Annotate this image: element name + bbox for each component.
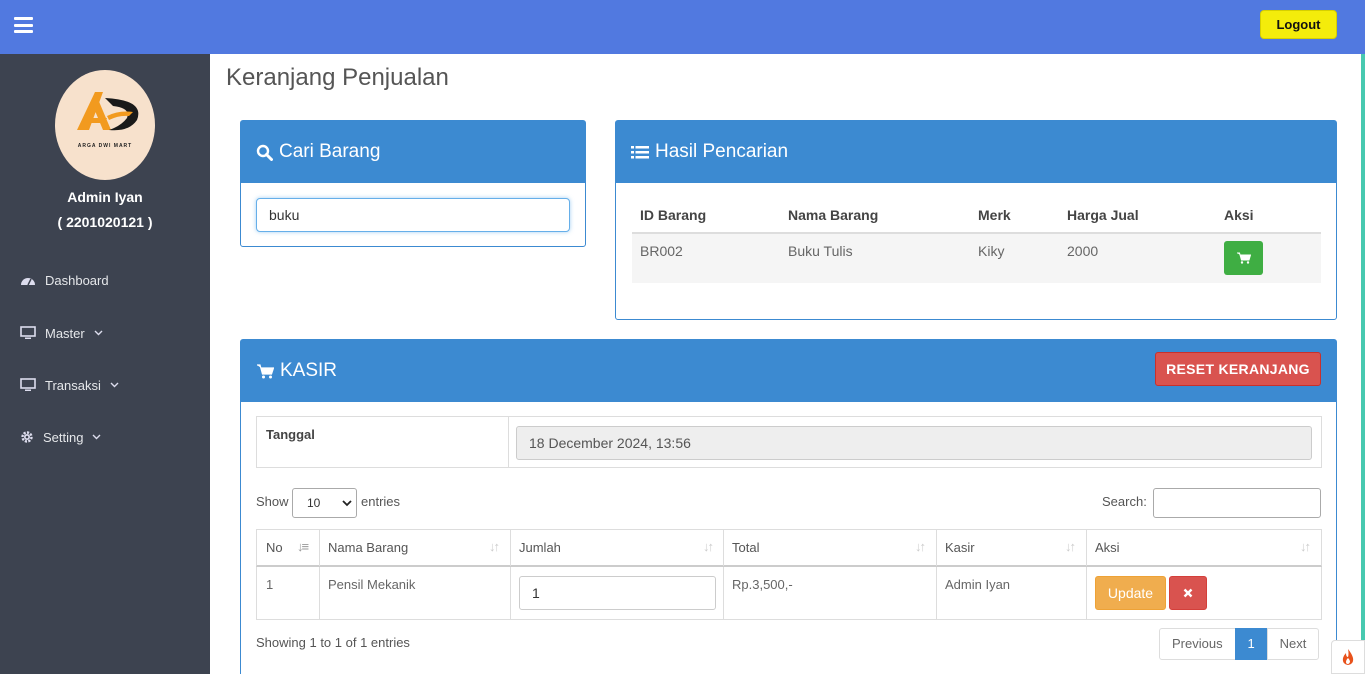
cart-icon: [1236, 252, 1251, 264]
page-size-value: 10: [307, 496, 321, 510]
cart-table-header: No ↓≡ Nama Barang ↓↑ Jumlah ↓↑ Total ↓↑ …: [256, 529, 1322, 567]
column-header: Harga Jual: [1067, 207, 1139, 223]
date-field: 18 December 2024, 13:56: [516, 426, 1312, 460]
cell-no: 1: [266, 577, 274, 592]
search-panel: Cari Barang: [240, 120, 586, 247]
quantity-input[interactable]: 1: [519, 576, 716, 610]
result-price: 2000: [1067, 243, 1099, 259]
page-size-select[interactable]: 10: [292, 488, 357, 518]
scrollbar-accent: [1361, 54, 1365, 674]
monitor-icon: [20, 378, 36, 391]
list-icon: [631, 145, 649, 158]
logout-button[interactable]: Logout: [1260, 10, 1337, 39]
reset-cart-button[interactable]: RESET KERANJANG: [1155, 352, 1321, 386]
sidebar-item-label: Master: [45, 325, 85, 341]
flame-icon: [1342, 649, 1354, 665]
column-header[interactable]: Kasir: [945, 540, 975, 555]
sort-icon: ↓↑: [1065, 539, 1076, 554]
column-header[interactable]: Total: [732, 540, 759, 555]
table-row: BR002 Buku Tulis Kiky 2000: [632, 234, 1321, 283]
store-logo-text: ARGA DWI MART: [77, 143, 133, 149]
sidebar-item-dashboard[interactable]: Dashboard: [20, 269, 200, 291]
update-button[interactable]: Update: [1095, 576, 1166, 610]
column-header[interactable]: Nama Barang: [328, 540, 408, 555]
result-id: BR002: [640, 243, 683, 259]
cart-icon: [257, 363, 274, 378]
table-info: Showing 1 to 1 of 1 entries: [256, 635, 410, 650]
show-label: Show: [256, 494, 289, 509]
chevron-down-icon: [342, 500, 352, 507]
date-row: Tanggal 18 December 2024, 13:56: [256, 416, 1322, 468]
entries-label: entries: [361, 494, 401, 509]
cell-name: Pensil Mekanik: [328, 577, 416, 592]
sort-icon: ↓↑: [915, 539, 926, 554]
sidebar-item-label: Dashboard: [45, 272, 109, 288]
cashier-panel-title: KASIR: [280, 360, 338, 381]
search-panel-title: Cari Barang: [279, 141, 381, 162]
table-search-label: Search:: [1102, 494, 1147, 509]
column-header[interactable]: No: [266, 540, 283, 555]
column-header[interactable]: Aksi: [1095, 540, 1120, 555]
gear-icon: [21, 431, 33, 443]
next-page-button[interactable]: Next: [1266, 628, 1320, 660]
sidebar-item-label: Transaksi: [45, 377, 101, 393]
user-name: Admin Iyan: [67, 189, 143, 205]
sort-icon: ↓↑: [703, 539, 714, 554]
top-navbar: Logout: [0, 0, 1365, 54]
monitor-icon: [20, 326, 36, 339]
sort-asc-icon: ↓≡: [297, 539, 309, 554]
page-1-button[interactable]: 1: [1234, 628, 1268, 660]
sort-icon: ↓↑: [489, 539, 500, 554]
cell-cashier: Admin Iyan: [945, 577, 1011, 592]
column-header: Merk: [978, 207, 1011, 223]
delete-button[interactable]: [1169, 576, 1207, 610]
chevron-down-icon: [110, 382, 119, 388]
product-search-input[interactable]: [256, 198, 570, 232]
column-header[interactable]: Jumlah: [519, 540, 561, 555]
result-name: Buku Tulis: [788, 243, 853, 259]
cell-total: Rp.3,500,-: [732, 577, 793, 592]
sidebar-item-setting[interactable]: Setting: [20, 426, 200, 448]
column-header: ID Barang: [640, 207, 707, 223]
close-icon: [1183, 588, 1193, 598]
previous-page-button[interactable]: Previous: [1159, 628, 1236, 660]
results-panel-title: Hasil Pencarian: [655, 141, 789, 162]
store-logo: ARGA DWI MART: [55, 70, 155, 180]
store-logo-icon: [77, 92, 139, 131]
sort-icon: ↓↑: [1300, 539, 1311, 554]
pagination: Previous 1 Next: [1159, 628, 1320, 660]
cashier-panel-header: KASIR RESET KERANJANG: [241, 340, 1336, 402]
date-label: Tanggal: [266, 427, 315, 442]
table-search-input[interactable]: [1153, 488, 1321, 518]
sidebar-item-transaksi[interactable]: Transaksi: [20, 374, 200, 396]
table-row: 1 Pensil Mekanik 1 Rp.3,500,- Admin Iyan…: [256, 567, 1322, 620]
add-to-cart-button[interactable]: [1224, 241, 1263, 275]
hamburger-menu-icon[interactable]: [14, 17, 33, 33]
chevron-down-icon: [94, 330, 103, 336]
search-panel-header: Cari Barang: [241, 121, 585, 183]
column-header: Aksi: [1224, 207, 1254, 223]
cashier-panel: KASIR RESET KERANJANG Tanggal 18 Decembe…: [240, 339, 1337, 674]
fire-icon[interactable]: [1331, 640, 1365, 674]
results-panel: Hasil Pencarian ID Barang Nama Barang Me…: [615, 120, 1337, 320]
chevron-down-icon: [92, 434, 101, 440]
search-icon: [256, 144, 273, 161]
sidebar-item-label: Setting: [43, 429, 84, 445]
page-title: Keranjang Penjualan: [226, 64, 449, 91]
user-id: ( 2201020121 ): [57, 214, 153, 230]
result-merk: Kiky: [978, 243, 1005, 259]
dashboard-icon: [21, 278, 35, 286]
sidebar: ARGA DWI MART Admin Iyan ( 2201020121 ) …: [0, 54, 210, 674]
column-header: Nama Barang: [788, 207, 879, 223]
results-panel-header: Hasil Pencarian: [616, 121, 1336, 183]
sidebar-item-master[interactable]: Master: [20, 322, 200, 344]
